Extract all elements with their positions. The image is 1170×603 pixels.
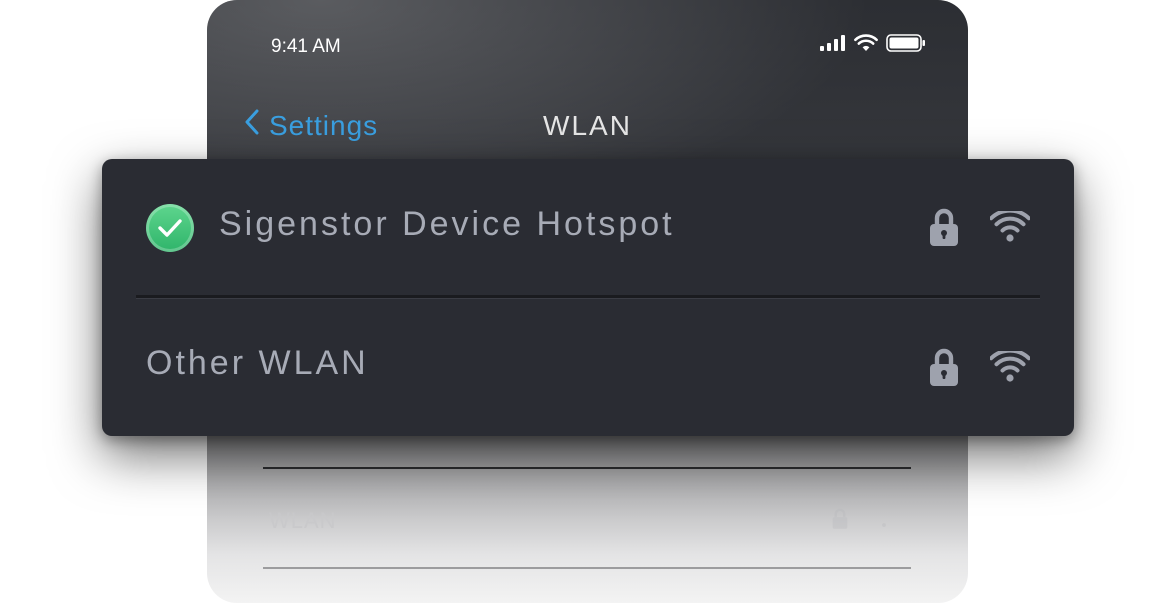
battery-icon (886, 34, 926, 57)
background-list-item-label: WLAN (269, 508, 337, 533)
lock-icon (928, 347, 960, 392)
stage: 9:41 AM Settings WLAN WLAN Sigenstor Dev… (0, 0, 1170, 603)
wifi-icon (873, 510, 895, 533)
wifi-signal-icon (854, 34, 878, 57)
list-item-connected-network[interactable]: Sigenstor Device Hotspot (102, 159, 1074, 295)
status-icons (820, 34, 926, 57)
list-item-network[interactable]: Other WLAN (102, 299, 1074, 436)
status-time: 9:41 AM (271, 36, 341, 57)
page-title: WLAN (543, 110, 632, 141)
checkmark-circle-icon (146, 204, 194, 252)
wlan-network-list: Sigenstor Device Hotspot Other WLAN (102, 159, 1074, 436)
list-divider (263, 467, 911, 469)
cellular-signal-icon (820, 35, 846, 56)
navigation-bar: Settings WLAN (207, 100, 968, 156)
wifi-icon (989, 208, 1031, 248)
background-list-item-icons (829, 508, 895, 535)
list-divider (263, 567, 911, 569)
network-icons (928, 347, 1031, 392)
network-icons (928, 207, 1031, 252)
network-name: Other WLAN (146, 344, 369, 382)
network-name: Sigenstor Device Hotspot (219, 205, 675, 243)
wifi-icon (989, 348, 1031, 388)
lock-icon (829, 508, 851, 535)
lock-icon (928, 207, 960, 252)
status-bar: 9:41 AM (207, 0, 968, 90)
